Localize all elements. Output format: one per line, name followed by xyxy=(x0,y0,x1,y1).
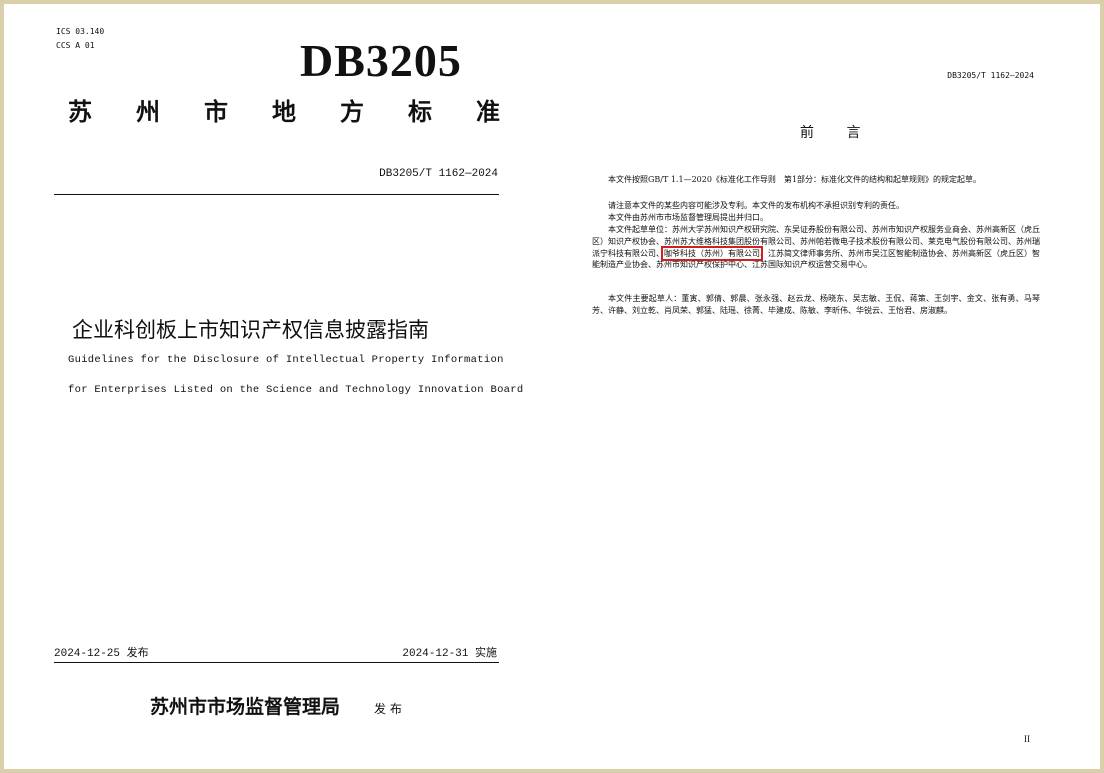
preface-paragraph-4: 本文件起草单位：苏州大学苏州知识产权研究院、东吴证券股份有限公司、苏州市知识产权… xyxy=(592,224,1040,271)
standard-type-char: 市 xyxy=(204,97,228,126)
effective-date: 2024-12-31 实施 xyxy=(402,648,497,660)
ccs-code: CCS A 01 xyxy=(56,41,95,50)
standard-type-char: 准 xyxy=(476,97,500,126)
preface-title: 前 言 xyxy=(800,125,875,141)
issuer-name: 苏州市市场监督管理局 xyxy=(150,696,341,718)
preface-paragraph-1: 本文件按照GB/T 1.1—2020《标准化工作导则 第1部分：标准化文件的结构… xyxy=(608,175,982,184)
standard-type-char: 地 xyxy=(272,97,296,126)
issue-word: 发 布 xyxy=(374,702,402,716)
standard-type-char: 方 xyxy=(340,97,364,126)
ics-code: ICS 03.140 xyxy=(56,27,105,36)
divider-bottom xyxy=(54,662,499,663)
standard-type-title: 苏 州 市 地 方 标 准 xyxy=(68,92,500,127)
release-date: 2024-12-25 发布 xyxy=(54,648,149,660)
page-number: II xyxy=(1024,734,1030,744)
title-english-line1: Guidelines for the Disclosure of Intelle… xyxy=(68,354,504,366)
standard-type-char: 标 xyxy=(408,97,432,126)
title-english-line2: for Enterprises Listed on the Science an… xyxy=(68,384,524,396)
standard-type-char: 苏 xyxy=(68,97,92,126)
document-number: DB3205/T 1162—2024 xyxy=(379,168,498,180)
highlighted-company: 咖爷科技（苏州）有限公司 xyxy=(661,245,763,261)
preface-paragraph-5: 本文件主要起草人：董寅、郭倩、郭晨、张永强、赵云龙、杨晓东、吴志敏、王侃、蒋策、… xyxy=(592,294,1040,315)
divider-top xyxy=(54,194,499,195)
preface-header-doc-number: DB3205/T 1162—2024 xyxy=(947,71,1034,80)
preface-paragraph-2: 请注意本文件的某些内容可能涉及专利。本文件的发布机构不承担识别专利的责任。 xyxy=(608,201,904,210)
standard-type-char: 州 xyxy=(136,97,160,126)
document-sheet: ICS 03.140 CCS A 01 DB3205 苏 州 市 地 方 标 准… xyxy=(4,4,1100,769)
preface-paragraph-3: 本文件由苏州市市场监督管理局提出并归口。 xyxy=(608,213,768,222)
standard-code: DB3205 xyxy=(300,35,462,86)
title-chinese: 企业科创板上市知识产权信息披露指南 xyxy=(72,318,429,342)
